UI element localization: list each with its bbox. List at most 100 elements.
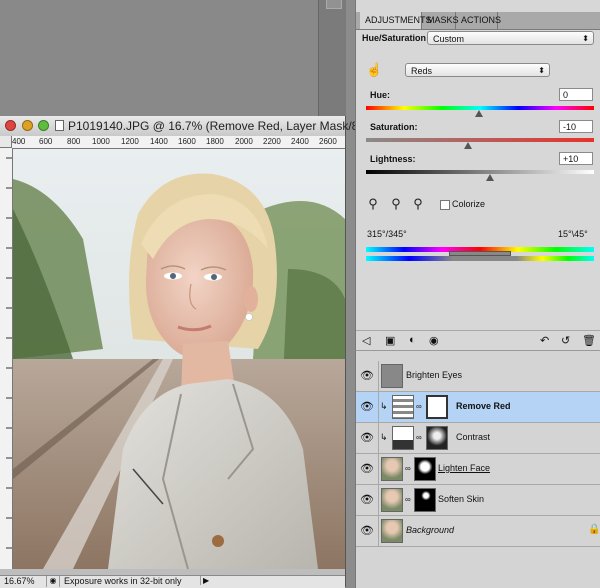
chain-link-icon[interactable]: ∞ bbox=[416, 402, 422, 411]
clipping-arrow-icon: ↳ bbox=[380, 401, 388, 411]
vertical-ruler-ticks bbox=[6, 157, 12, 549]
minimize-window-icon[interactable] bbox=[22, 120, 33, 131]
layer-visibility-eye-icon[interactable]: 👁 bbox=[360, 400, 374, 414]
eyedropper-plus-icon[interactable]: ⚲ bbox=[389, 197, 403, 211]
channel-dropdown[interactable]: Reds ⬍ bbox=[405, 63, 550, 77]
layer-visibility-eye-icon[interactable]: 👁 bbox=[360, 369, 374, 383]
ruler-label: 600 bbox=[39, 137, 53, 146]
document-title: P1019140.JPG @ 16.7% (Remove Red, Layer … bbox=[68, 119, 371, 133]
lightness-label: Lightness: bbox=[370, 154, 416, 164]
document-title-bar[interactable]: P1019140.JPG @ 16.7% (Remove Red, Layer … bbox=[0, 116, 370, 137]
ruler-label: 1800 bbox=[206, 137, 224, 146]
layer-thumbnail bbox=[381, 519, 403, 543]
hue-slider-thumb[interactable] bbox=[475, 110, 483, 117]
preset-value: Custom bbox=[433, 34, 465, 44]
layer-visibility-eye-icon[interactable]: 👁 bbox=[360, 462, 374, 476]
lightness-slider-thumb[interactable] bbox=[486, 174, 494, 181]
zoom-window-icon[interactable] bbox=[38, 120, 49, 131]
layer-mask-thumbnail[interactable] bbox=[426, 426, 448, 450]
layer-thumbnail bbox=[381, 457, 403, 481]
preset-dropdown[interactable]: Custom ⬍ bbox=[427, 31, 594, 45]
ruler-label: 1000 bbox=[92, 137, 110, 146]
layer-visibility-eye-icon[interactable]: 👁 bbox=[360, 431, 374, 445]
back-arrow-icon[interactable]: ◁ bbox=[362, 334, 370, 347]
ruler-label: 800 bbox=[67, 137, 81, 146]
saturation-slider-thumb[interactable] bbox=[464, 142, 472, 149]
hue-label: Hue: bbox=[370, 90, 390, 100]
layer-name: Remove Red bbox=[456, 401, 511, 411]
expanded-view-icon[interactable]: ▣ bbox=[385, 334, 395, 347]
layer-name: Background bbox=[406, 525, 455, 535]
ruler-label: 1200 bbox=[121, 137, 139, 146]
trash-icon[interactable]: 🗑 bbox=[582, 334, 596, 347]
saturation-slider-track[interactable] bbox=[366, 138, 594, 142]
range-right-label: 15°\45° bbox=[558, 229, 588, 239]
portrait-image bbox=[13, 149, 345, 569]
layer-thumbnail bbox=[381, 488, 403, 512]
layer-mask-thumbnail[interactable] bbox=[426, 395, 448, 419]
chain-link-icon[interactable]: ∞ bbox=[416, 433, 422, 442]
workspace-background bbox=[0, 0, 345, 116]
layer-thumbnail bbox=[381, 364, 403, 388]
clipping-arrow-icon: ↳ bbox=[380, 432, 388, 442]
range-left-label: 315°/345° bbox=[367, 229, 407, 239]
lightness-input[interactable]: +10 bbox=[559, 152, 593, 165]
status-text: Exposure works in 32-bit only bbox=[64, 576, 182, 586]
targeted-adjustment-hand-icon[interactable]: ☝ bbox=[366, 63, 382, 77]
lightness-slider-track[interactable] bbox=[366, 170, 594, 174]
document-icon bbox=[55, 120, 64, 131]
layer-row-brighten-eyes[interactable]: 👁 Brighten Eyes bbox=[356, 361, 600, 392]
tab-adjustments[interactable]: ADJUSTMENTS bbox=[360, 12, 432, 29]
canvas-photo[interactable] bbox=[13, 149, 345, 569]
status-icon[interactable]: ◉ bbox=[46, 576, 60, 587]
close-window-icon[interactable] bbox=[5, 120, 16, 131]
saturation-input[interactable]: -10 bbox=[559, 120, 593, 133]
layer-row-soften-skin[interactable]: 👁 ∞ Soften Skin bbox=[356, 485, 600, 516]
status-bar: 16.67% ◉ Exposure works in 32-bit only ▶ bbox=[0, 575, 345, 588]
chain-link-icon[interactable]: ∞ bbox=[405, 464, 411, 473]
colorize-checkbox[interactable] bbox=[440, 200, 450, 210]
adjustments-toolbar: ◁ ▣ ◐ ◉ ↶ ↺ 🗑 bbox=[356, 330, 600, 351]
adjustment-name: Hue/Saturation bbox=[362, 33, 427, 43]
saturation-label: Saturation: bbox=[370, 122, 418, 132]
eyedropper-icon[interactable]: ⚲ bbox=[366, 197, 380, 211]
ruler-origin[interactable] bbox=[0, 136, 12, 148]
dropdown-arrow-icon: ⬍ bbox=[538, 66, 545, 75]
adjustments-panel: ADJUSTMENTS MASKS ACTIONS Hue/Saturation… bbox=[355, 0, 600, 350]
clip-to-layer-icon[interactable]: ◐ bbox=[409, 334, 416, 346]
layer-name: Lighten Face bbox=[438, 463, 491, 473]
ruler-label: 1600 bbox=[178, 137, 196, 146]
eyedropper-minus-icon[interactable]: ⚲ bbox=[411, 197, 425, 211]
panel-dock-strip bbox=[318, 0, 346, 116]
layer-name: Soften Skin bbox=[438, 494, 485, 504]
ruler-label: 2400 bbox=[291, 137, 309, 146]
status-menu-arrow-icon[interactable]: ▶ bbox=[200, 576, 209, 585]
chain-link-icon[interactable]: ∞ bbox=[405, 495, 411, 504]
horizontal-ruler[interactable]: 400 600 800 1000 1200 1400 1600 1800 200… bbox=[12, 136, 345, 149]
vertical-ruler[interactable] bbox=[0, 148, 13, 569]
colorize-label: Colorize bbox=[452, 199, 486, 209]
channel-value: Reds bbox=[411, 66, 433, 76]
layer-row-remove-red[interactable]: 👁 ↳ ∞ Remove Red bbox=[356, 392, 600, 423]
zoom-level[interactable]: 16.67% bbox=[4, 576, 35, 586]
tab-actions[interactable]: ACTIONS bbox=[456, 12, 501, 29]
layer-mask-thumbnail[interactable] bbox=[414, 457, 436, 481]
lock-icon: 🔒 bbox=[588, 524, 600, 535]
layers-panel: 👁 Brighten Eyes 👁 ↳ ∞ Remove Red 👁 ↳ ∞ C… bbox=[355, 350, 600, 588]
reset-icon[interactable]: ↺ bbox=[561, 334, 570, 347]
hue-input[interactable]: 0 bbox=[559, 88, 593, 101]
layer-visibility-eye-icon[interactable]: 👁 bbox=[360, 493, 374, 507]
layer-mask-thumbnail[interactable] bbox=[414, 488, 436, 512]
ruler-label: 2000 bbox=[235, 137, 253, 146]
dock-icon[interactable] bbox=[326, 0, 342, 9]
ruler-label: 2600 bbox=[319, 137, 337, 146]
previous-state-icon[interactable]: ↶ bbox=[540, 334, 549, 347]
layer-visibility-eye-icon[interactable]: 👁 bbox=[360, 524, 374, 538]
layer-row-background[interactable]: 👁 Background 🔒 bbox=[356, 516, 600, 547]
tab-masks[interactable]: MASKS bbox=[422, 12, 459, 29]
layer-row-contrast[interactable]: 👁 ↳ ∞ Contrast bbox=[356, 423, 600, 454]
levels-thumbnail bbox=[392, 426, 414, 450]
visibility-eye-icon[interactable]: ◉ bbox=[429, 334, 439, 347]
layer-row-lighten-face[interactable]: 👁 ∞ Lighten Face bbox=[356, 454, 600, 485]
ruler-label: 2200 bbox=[263, 137, 281, 146]
